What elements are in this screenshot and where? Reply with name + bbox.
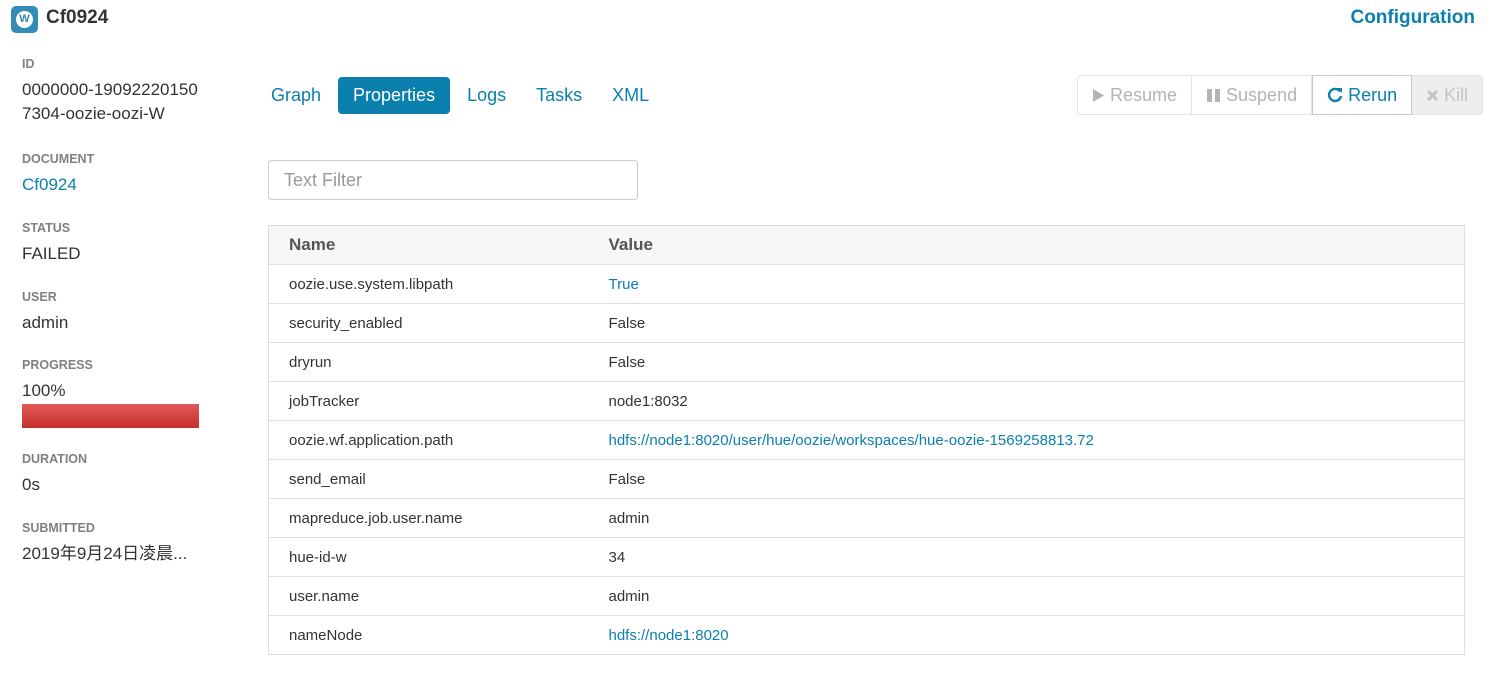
- status-field: STATUS FAILED: [22, 220, 212, 266]
- property-value: 34: [588, 537, 1465, 577]
- column-header-name[interactable]: Name: [268, 225, 589, 265]
- property-name: oozie.wf.application.path: [268, 420, 589, 460]
- user-label: USER: [22, 290, 57, 304]
- property-value: node1:8032: [588, 381, 1465, 421]
- rerun-button[interactable]: Rerun: [1312, 75, 1413, 115]
- properties-table: Name Value oozie.use.system.libpath True…: [268, 225, 1465, 655]
- progress-bar: [22, 404, 199, 428]
- document-label: DOCUMENT: [22, 152, 95, 166]
- property-name: nameNode: [268, 615, 589, 655]
- configuration-link[interactable]: Configuration: [1350, 6, 1475, 30]
- text-filter-input[interactable]: [268, 160, 638, 200]
- workflow-actions: Resume Suspend Rerun Kill: [1077, 75, 1484, 115]
- play-icon: [1092, 88, 1105, 103]
- table-row: hue-id-w 34: [268, 537, 1465, 577]
- close-icon: [1426, 89, 1439, 102]
- property-name: hue-id-w: [268, 537, 589, 577]
- suspend-label: Suspend: [1226, 85, 1298, 105]
- duration-label: DURATION: [22, 452, 88, 466]
- table-row: jobTracker node1:8032: [268, 381, 1465, 421]
- app-icon-letter: W: [16, 11, 33, 28]
- refresh-icon: [1327, 87, 1343, 103]
- progress-field: PROGRESS 100%: [22, 357, 212, 428]
- page-title: Cf0924: [46, 7, 109, 28]
- progress-bar-fill: [22, 404, 199, 428]
- property-name: send_email: [268, 459, 589, 499]
- property-name: mapreduce.job.user.name: [268, 498, 589, 538]
- kill-label: Kill: [1444, 85, 1469, 105]
- resume-button[interactable]: Resume: [1077, 75, 1193, 115]
- tab-properties[interactable]: Properties: [338, 77, 451, 114]
- table-row: oozie.wf.application.path hdfs://node1:8…: [268, 420, 1465, 460]
- property-value: False: [588, 342, 1465, 382]
- resume-label: Resume: [1110, 85, 1178, 105]
- workflow-app-icon: W: [11, 6, 38, 33]
- table-row: send_email False: [268, 459, 1465, 499]
- table-row: mapreduce.job.user.name admin: [268, 498, 1465, 538]
- tab-logs[interactable]: Logs: [454, 77, 519, 114]
- user-value: admin: [22, 313, 69, 332]
- progress-label: PROGRESS: [22, 358, 93, 372]
- property-name: jobTracker: [268, 381, 589, 421]
- document-field: DOCUMENT Cf0924: [22, 151, 212, 197]
- property-name: user.name: [268, 576, 589, 616]
- property-name: security_enabled: [268, 303, 589, 343]
- progress-value: 100%: [22, 381, 66, 400]
- table-row: oozie.use.system.libpath True: [268, 264, 1465, 304]
- id-label: ID: [22, 57, 35, 71]
- property-name: dryrun: [268, 342, 589, 382]
- table-row: user.name admin: [268, 576, 1465, 616]
- submitted-field: SUBMITTED 2019年9月24日凌晨...: [22, 520, 212, 566]
- column-header-value[interactable]: Value: [588, 225, 1465, 265]
- kill-button[interactable]: Kill: [1412, 75, 1484, 115]
- property-value: False: [588, 303, 1465, 343]
- suspend-button[interactable]: Suspend: [1192, 75, 1313, 115]
- document-link[interactable]: Cf0924: [22, 173, 212, 197]
- duration-field: DURATION 0s: [22, 451, 212, 497]
- table-row: security_enabled False: [268, 303, 1465, 343]
- submitted-label: SUBMITTED: [22, 521, 95, 535]
- property-value-link[interactable]: hdfs://node1:8020: [588, 615, 1465, 655]
- table-row: nameNode hdfs://node1:8020: [268, 615, 1465, 655]
- tab-xml[interactable]: XML: [599, 77, 662, 114]
- duration-value: 0s: [22, 475, 40, 494]
- rerun-label: Rerun: [1348, 85, 1398, 105]
- property-value-link[interactable]: True: [588, 264, 1465, 304]
- property-value: admin: [588, 576, 1465, 616]
- header: W Cf0924 Configuration: [0, 0, 1490, 40]
- id-field: ID 0000000-190922201507304-oozie-oozi-W: [22, 56, 212, 126]
- table-row: dryrun False: [268, 342, 1465, 382]
- pause-icon: [1206, 88, 1221, 103]
- id-value: 0000000-190922201507304-oozie-oozi-W: [22, 80, 198, 123]
- property-name: oozie.use.system.libpath: [268, 264, 589, 304]
- table-header-row: Name Value: [268, 225, 1465, 265]
- status-value: FAILED: [22, 244, 81, 263]
- property-value: admin: [588, 498, 1465, 538]
- submitted-value: 2019年9月24日凌晨...: [22, 544, 188, 563]
- status-label: STATUS: [22, 221, 71, 235]
- tab-graph[interactable]: Graph: [258, 77, 334, 114]
- property-value-link[interactable]: hdfs://node1:8020/user/hue/oozie/workspa…: [588, 420, 1465, 460]
- tab-tasks[interactable]: Tasks: [523, 77, 595, 114]
- tab-bar: Graph Properties Logs Tasks XML: [258, 77, 666, 114]
- user-field: USER admin: [22, 289, 212, 335]
- property-value: False: [588, 459, 1465, 499]
